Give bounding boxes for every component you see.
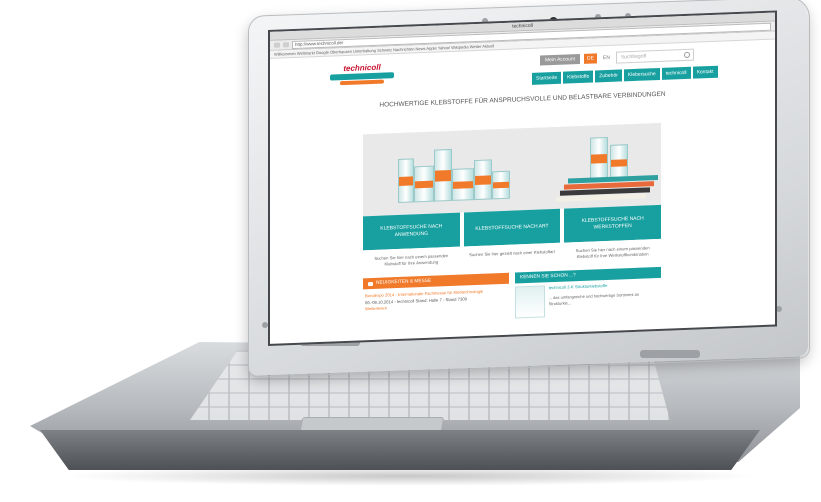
nav-item-klebersuche[interactable]: Klebersuche [623, 67, 660, 82]
account-button[interactable]: Mein Account [540, 54, 581, 66]
search-placeholder: Suchbegriff [620, 53, 647, 61]
search-icon[interactable] [683, 51, 690, 59]
nav-item-zubehoer[interactable]: Zubehör [595, 69, 622, 83]
nav-item-startseite[interactable]: Startseite [532, 71, 562, 85]
back-icon[interactable] [274, 42, 280, 48]
forward-icon[interactable] [283, 42, 289, 48]
site-logo[interactable]: technicoll [326, 62, 398, 87]
nav-item-klebstoffe[interactable]: Klebstoffe [563, 70, 594, 84]
laptop-screen: technicoll http://www.technicoll.de/ Wil… [268, 10, 777, 346]
header-tools: Mein Account DE EN Suchbegriff [540, 48, 694, 67]
hinge-right [640, 350, 700, 358]
main-nav: Startseite Klebstoffe Zubehör Klebersuch… [532, 65, 718, 85]
nav-item-kontakt[interactable]: Kontakt [692, 65, 718, 79]
logo-band [330, 72, 394, 81]
window-title: technicoll [512, 22, 533, 30]
logo-band-orange [340, 79, 384, 86]
nav-item-technicoll[interactable]: technicoll [661, 66, 691, 80]
language-en-button[interactable]: EN [601, 53, 612, 63]
search-input[interactable]: Suchbegriff [615, 48, 694, 64]
language-de-button[interactable]: DE [584, 53, 597, 64]
laptop-base-front [40, 430, 760, 470]
